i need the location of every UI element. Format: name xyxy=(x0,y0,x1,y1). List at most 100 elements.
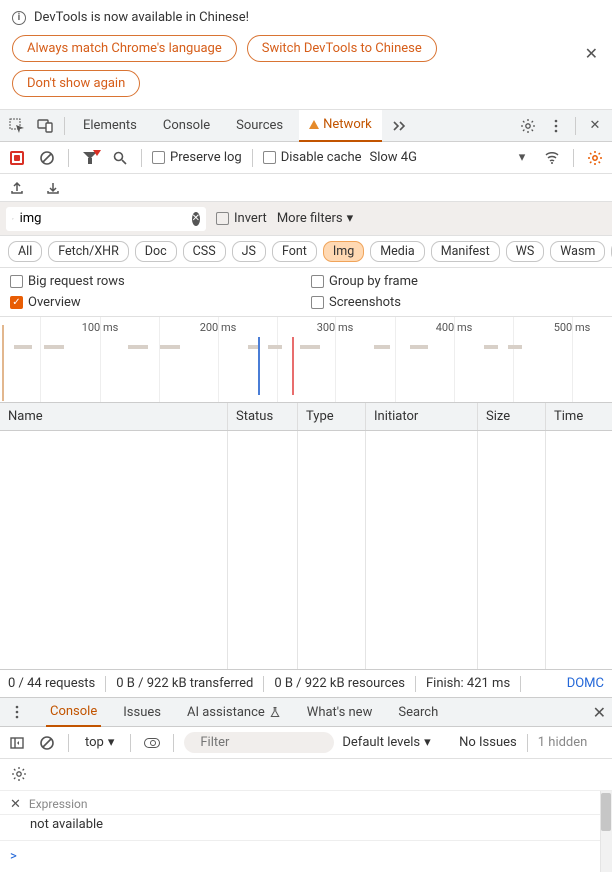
status-finish: Finish: 421 ms xyxy=(426,676,510,691)
big-rows-checkbox[interactable]: Big request rows xyxy=(10,274,301,289)
settings-icon[interactable] xyxy=(517,115,539,137)
col-size[interactable]: Size xyxy=(478,403,546,430)
col-name[interactable]: Name xyxy=(0,403,228,430)
request-table-header: Name Status Type Initiator Size Time xyxy=(0,403,612,431)
disable-cache-checkbox[interactable]: Disable cache xyxy=(263,150,362,165)
har-bar xyxy=(0,174,612,202)
console-settings-icon[interactable] xyxy=(8,763,30,785)
col-status[interactable]: Status xyxy=(228,403,298,430)
filter-input[interactable] xyxy=(20,211,186,226)
drawer-tab-whatsnew[interactable]: What's new xyxy=(303,697,377,727)
status-transferred: 0 B / 922 kB transferred xyxy=(116,676,253,691)
expression-value: not available xyxy=(0,815,612,841)
pill-css[interactable]: CSS xyxy=(183,241,226,262)
drawer-tab-ai[interactable]: AI assistance xyxy=(183,697,285,727)
col-time[interactable]: Time xyxy=(546,403,612,430)
drawer-kebab-icon[interactable] xyxy=(6,701,28,723)
pill-js[interactable]: JS xyxy=(232,241,266,262)
pill-all[interactable]: All xyxy=(8,241,42,262)
load-marker xyxy=(292,337,294,395)
info-icon: i xyxy=(12,11,26,25)
network-conditions-icon[interactable] xyxy=(541,147,563,169)
context-select[interactable]: top ▾ xyxy=(79,733,120,752)
banner-title: DevTools is now available in Chinese! xyxy=(34,10,249,25)
chip-match-language[interactable]: Always match Chrome's language xyxy=(12,35,237,62)
console-sidebar-icon[interactable] xyxy=(6,732,28,754)
record-button[interactable] xyxy=(6,147,28,169)
log-levels-select[interactable]: Default levels ▾ xyxy=(342,735,430,750)
tab-elements[interactable]: Elements xyxy=(73,110,147,142)
drawer-tab-search[interactable]: Search xyxy=(394,697,442,727)
screenshots-checkbox[interactable]: Screenshots xyxy=(311,295,602,310)
timeline-overview[interactable]: 100 ms 200 ms 300 ms 400 ms 500 ms xyxy=(0,317,612,403)
domcontentloaded-marker xyxy=(258,337,260,395)
search-icon[interactable] xyxy=(109,147,131,169)
pill-img[interactable]: Img xyxy=(323,241,364,262)
drawer-close-icon[interactable]: ✕ xyxy=(593,703,606,722)
device-icon[interactable] xyxy=(34,115,56,137)
status-bar: 0 / 44 requests 0 B / 922 kB transferred… xyxy=(0,669,612,697)
close-icon[interactable]: ✕ xyxy=(585,44,598,63)
console-prompt[interactable]: > xyxy=(0,841,612,872)
pill-media[interactable]: Media xyxy=(370,241,424,262)
tab-sources[interactable]: Sources xyxy=(226,110,293,142)
console-clear-icon[interactable] xyxy=(36,732,58,754)
live-expression-icon[interactable] xyxy=(141,732,163,754)
clear-filter-icon[interactable]: ✕ xyxy=(192,212,200,226)
invert-checkbox[interactable]: Invert xyxy=(216,211,267,226)
remove-expression-icon[interactable]: ✕ xyxy=(10,797,21,812)
resource-type-filter: All Fetch/XHR Doc CSS JS Font Img Media … xyxy=(0,236,612,268)
col-initiator[interactable]: Initiator xyxy=(366,403,478,430)
console-filter-wrap xyxy=(184,732,334,753)
tab-network[interactable]: Network xyxy=(299,110,382,142)
drawer-tabbar: Console Issues AI assistance What's new … xyxy=(0,697,612,727)
flask-icon xyxy=(269,706,281,718)
live-expression-row: ✕ Expression xyxy=(0,791,612,815)
overview-checkbox[interactable]: Overview xyxy=(10,295,301,310)
pill-fetch-xhr[interactable]: Fetch/XHR xyxy=(48,241,129,262)
status-domcontentloaded: DOMC xyxy=(567,676,604,691)
pill-doc[interactable]: Doc xyxy=(135,241,177,262)
chip-switch-chinese[interactable]: Switch DevTools to Chinese xyxy=(247,35,437,62)
close-devtools-icon[interactable]: ✕ xyxy=(584,115,606,137)
filter-input-wrap: ✕ xyxy=(6,207,206,231)
pill-manifest[interactable]: Manifest xyxy=(431,241,500,262)
console-toolbar: top ▾ Default levels ▾ No Issues 1 hidde… xyxy=(0,727,612,759)
language-banner: i DevTools is now available in Chinese! … xyxy=(0,0,612,110)
clear-icon[interactable] xyxy=(36,147,58,169)
request-table-body xyxy=(0,431,612,669)
expression-label[interactable]: Expression xyxy=(29,797,88,811)
export-har-icon[interactable] xyxy=(6,177,28,199)
warning-icon xyxy=(309,120,319,129)
drawer-tab-console[interactable]: Console xyxy=(46,697,101,727)
pill-ws[interactable]: WS xyxy=(506,241,545,262)
throttling-caret-icon[interactable]: ▾ xyxy=(511,147,533,169)
import-har-icon[interactable] xyxy=(42,177,64,199)
hidden-count[interactable]: 1 hidden xyxy=(538,735,588,750)
filter-bar: ✕ Invert More filters ▾ xyxy=(0,202,612,236)
drawer-tab-issues[interactable]: Issues xyxy=(119,697,165,727)
scrollbar-thumb[interactable] xyxy=(601,793,611,831)
filter-icon[interactable] xyxy=(79,147,101,169)
preserve-log-checkbox[interactable]: Preserve log xyxy=(152,150,242,165)
chip-dont-show[interactable]: Don't show again xyxy=(12,70,140,97)
more-filters-dropdown[interactable]: More filters ▾ xyxy=(277,211,353,226)
pill-font[interactable]: Font xyxy=(272,241,317,262)
kebab-icon[interactable] xyxy=(545,115,567,137)
tab-console[interactable]: Console xyxy=(153,110,220,142)
console-settings-row xyxy=(0,759,612,791)
main-tabbar: Elements Console Sources Network ✕ xyxy=(0,110,612,142)
network-options: Big request rows Group by frame Overview… xyxy=(0,268,612,317)
col-type[interactable]: Type xyxy=(298,403,366,430)
status-requests: 0 / 44 requests xyxy=(8,676,95,691)
group-frame-checkbox[interactable]: Group by frame xyxy=(311,274,602,289)
status-resources: 0 B / 922 kB resources xyxy=(274,676,405,691)
network-toolbar: Preserve log Disable cache Slow 4G ▾ xyxy=(0,142,612,174)
inspect-icon[interactable] xyxy=(6,115,28,137)
network-settings-icon[interactable] xyxy=(584,147,606,169)
pill-wasm[interactable]: Wasm xyxy=(550,241,605,262)
funnel-icon xyxy=(12,213,14,225)
throttling-select[interactable]: Slow 4G xyxy=(370,150,417,165)
more-tabs-icon[interactable] xyxy=(388,115,410,137)
no-issues-label[interactable]: No Issues xyxy=(459,735,517,750)
